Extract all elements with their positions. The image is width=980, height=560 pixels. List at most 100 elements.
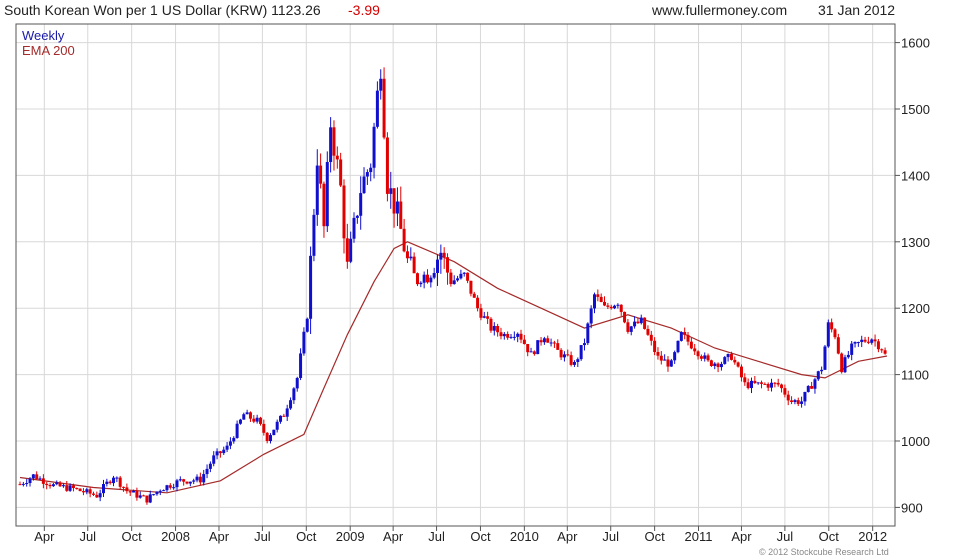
candle-body bbox=[860, 339, 864, 343]
y-tick-label: 1500 bbox=[901, 102, 930, 117]
candle-body bbox=[45, 483, 49, 486]
candle-body bbox=[760, 382, 764, 384]
candle-body bbox=[425, 274, 429, 283]
candle-body bbox=[409, 256, 413, 259]
candle-body bbox=[332, 127, 336, 156]
candle-body bbox=[262, 423, 266, 433]
candle-body bbox=[609, 306, 613, 309]
candle-body bbox=[125, 487, 129, 492]
candle-body bbox=[449, 272, 453, 285]
candle-body bbox=[800, 401, 804, 404]
candle-body bbox=[385, 137, 389, 194]
candle-body bbox=[279, 415, 283, 422]
candle-body bbox=[132, 490, 136, 493]
candle-body bbox=[282, 415, 286, 417]
legend-ema: EMA 200 bbox=[22, 43, 75, 58]
candle-body bbox=[198, 476, 202, 483]
candle-body bbox=[522, 339, 526, 345]
x-tick-label: Oct bbox=[645, 529, 666, 544]
candle-body bbox=[793, 400, 797, 402]
candle-body bbox=[205, 468, 209, 475]
candle-body bbox=[586, 323, 590, 344]
candle-body bbox=[95, 494, 99, 498]
candle-body bbox=[719, 363, 723, 368]
candle-body bbox=[182, 479, 186, 482]
candle-body bbox=[479, 308, 483, 318]
candle-body bbox=[315, 165, 319, 215]
candle-body bbox=[763, 383, 767, 385]
candle-body bbox=[405, 251, 409, 259]
candle-body bbox=[492, 326, 496, 331]
candle-body bbox=[25, 483, 29, 485]
candle-body bbox=[666, 359, 670, 367]
candle-body bbox=[629, 326, 633, 332]
candle-body bbox=[790, 400, 794, 402]
candle-body bbox=[566, 354, 570, 356]
candle-body bbox=[853, 342, 857, 344]
candle-body bbox=[379, 78, 383, 91]
candle-body bbox=[88, 489, 92, 494]
x-tick-label: Apr bbox=[209, 529, 230, 544]
candle-body bbox=[202, 474, 206, 483]
candle-body bbox=[175, 480, 179, 488]
y-axis: 900 1000 1100 1200 1300 1400 1500 1600 bbox=[895, 36, 930, 515]
x-tick-label: Oct bbox=[296, 529, 317, 544]
candle-body bbox=[466, 272, 470, 281]
candle-body bbox=[432, 273, 436, 278]
candle-body bbox=[813, 379, 817, 389]
candle-body bbox=[108, 481, 112, 484]
candle-body bbox=[442, 252, 446, 258]
candle-body bbox=[729, 353, 733, 360]
x-tick-label: 2009 bbox=[336, 529, 365, 544]
candle-body bbox=[55, 482, 59, 485]
candle-body bbox=[215, 451, 219, 456]
site-url[interactable]: www.fullermoney.com bbox=[651, 2, 787, 18]
candle-body bbox=[502, 333, 506, 337]
candle-body bbox=[820, 369, 824, 372]
chart-date: 31 Jan 2012 bbox=[818, 2, 895, 18]
candle-body bbox=[382, 78, 386, 138]
x-tick-label: Jul bbox=[777, 529, 794, 544]
candle-body bbox=[786, 394, 790, 401]
candle-body bbox=[399, 201, 403, 229]
x-tick-label: 2012 bbox=[858, 529, 887, 544]
candle-body bbox=[65, 485, 69, 491]
y-tick-label: 1000 bbox=[901, 434, 930, 449]
y-tick-label: 900 bbox=[901, 500, 923, 515]
y-tick-label: 1400 bbox=[901, 168, 930, 183]
candle-body bbox=[646, 328, 650, 335]
candle-body bbox=[753, 380, 757, 384]
candle-body bbox=[138, 495, 142, 498]
candle-body bbox=[305, 318, 309, 332]
candle-body bbox=[389, 188, 393, 194]
candle-body bbox=[222, 449, 226, 454]
candle-body bbox=[733, 359, 737, 363]
candle-body bbox=[218, 451, 222, 454]
y-tick-label: 1600 bbox=[901, 36, 930, 51]
candle-body bbox=[335, 155, 339, 160]
candle-body bbox=[693, 348, 697, 352]
candle-body bbox=[743, 377, 747, 383]
candle-body bbox=[806, 386, 810, 392]
candle-body bbox=[51, 484, 55, 487]
candle-body bbox=[329, 127, 333, 163]
candle-body bbox=[572, 362, 576, 365]
candle-body bbox=[716, 363, 720, 368]
candle-body bbox=[48, 485, 52, 487]
candle-body bbox=[292, 388, 296, 401]
candle-body bbox=[439, 252, 443, 260]
candle-body bbox=[833, 329, 837, 338]
plot-frame bbox=[15, 23, 896, 527]
candle-body bbox=[402, 228, 406, 252]
candle-body bbox=[562, 354, 566, 358]
candle-body bbox=[75, 488, 79, 490]
candle-body bbox=[41, 478, 45, 484]
candle-body bbox=[576, 359, 580, 363]
candle-body bbox=[352, 217, 356, 239]
candle-body bbox=[780, 384, 784, 389]
candle-body bbox=[643, 317, 647, 329]
candle-body bbox=[679, 331, 683, 341]
candle-body bbox=[302, 331, 306, 354]
candle-body bbox=[623, 311, 627, 323]
candle-body bbox=[105, 481, 109, 485]
